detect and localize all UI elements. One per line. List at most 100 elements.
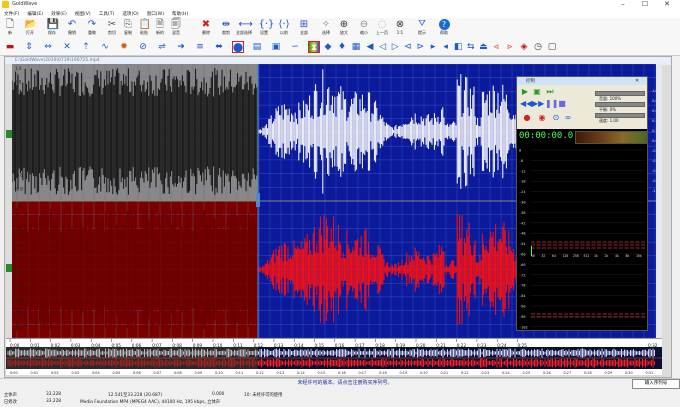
overview-ruler-tick: 0:20 [420, 371, 428, 375]
toolbar-button-undo[interactable]: ↶ 撤销 [64, 18, 80, 39]
level-icon[interactable]: ▣ [270, 41, 282, 53]
toolbar-button-new[interactable]: 🗋 新 [2, 18, 18, 39]
mix-bars-icon[interactable]: ≡ [194, 41, 206, 53]
pause-button[interactable]: ❚❚ [545, 99, 558, 109]
document-title: E:\GoldWave\2019\0719\190725.mp4 [15, 58, 100, 63]
marker-icon[interactable]: ◆ [322, 41, 334, 53]
toolbar-button-cut[interactable]: ✂ 剪切 [104, 18, 120, 39]
right-amplitude-tick: -0.2 [15, 283, 23, 288]
toolbar-label: 混音 [172, 30, 180, 35]
menu-item-5[interactable]: 选项(O) [118, 11, 142, 17]
wave-icon[interactable]: ∽ [289, 41, 301, 53]
fast-forward-button[interactable]: ▶▶ [532, 99, 544, 109]
toolbar-button-redo[interactable]: ↷ 重做 [84, 18, 100, 39]
speaker-right-icon[interactable]: ▷ [389, 41, 401, 53]
record-new-button[interactable]: ◉ [537, 113, 547, 123]
enter-serial-button[interactable]: 输入序列号 [632, 379, 680, 389]
toolbar-button-page-up[interactable]: ◌ 上一页 [374, 18, 390, 39]
maximize-button[interactable]: ☐ [634, 0, 656, 9]
menu-item-2[interactable]: 效果(E) [47, 11, 71, 17]
spectrum-meter: 0 -6 -12 -18 -24 -30 -36 -42 -48 -54 -60 -66 -72 -78 -… [517, 144, 647, 330]
volume-bars-icon[interactable]: ▤ [251, 41, 263, 53]
toolbar-button-trim[interactable]: ⇹ 裁剪 [218, 18, 234, 39]
control-window[interactable]: 控制 ✕ ▶ ▣ ⏭ ◀◀ ▶▶ ❚❚ ■ ● ◉ ⊙ ∞ 音量: 100% 平… [516, 76, 648, 331]
toolbar-button-save[interactable]: 💾 保存 [44, 18, 60, 39]
left-icon[interactable]: ▸ [427, 41, 439, 53]
spectrum-icon[interactable]: ▦ [350, 41, 362, 53]
toolbar-button-copy[interactable]: ⎘ 复制 [120, 18, 136, 39]
fade-icon[interactable]: ⬤ [232, 41, 244, 53]
toolbar-label: 放大 [340, 30, 348, 35]
stereo-icon[interactable]: ⇕ [23, 41, 35, 53]
control-close-button[interactable]: ✕ [635, 77, 639, 85]
toolbar-label: 打开 [26, 30, 34, 35]
eject-icon[interactable]: ⏏ [477, 41, 489, 53]
menu-item-7[interactable]: 帮助(H) [168, 11, 192, 17]
right-icon[interactable]: ◂ [440, 41, 452, 53]
db-scale-label: -54 [519, 242, 526, 246]
reverse-icon[interactable]: ⇆ [465, 41, 477, 53]
back-icon[interactable]: ◃ [490, 41, 502, 53]
freq-label: 8k [626, 254, 630, 258]
forward-icon[interactable]: ▹ [504, 41, 516, 53]
right-amplitude-tick: 0.0 [15, 270, 22, 275]
play-right-icon[interactable]: ➜ [175, 41, 187, 53]
toolbar-button-select-all[interactable]: ⟷ 全部选择 [236, 18, 253, 39]
play-end-button[interactable]: ⏭ [545, 87, 555, 97]
speaker-icon[interactable]: ◀ [364, 41, 376, 53]
monitor-button[interactable]: ∞ [563, 113, 573, 123]
record-button[interactable]: ● [522, 113, 532, 123]
toolbar-button-previous[interactable]: ⟨·⟩ 以前 [276, 18, 292, 39]
play-button[interactable]: ▶ [520, 87, 530, 97]
compress-icon[interactable]: ⬌ [213, 41, 225, 53]
channel-icon[interactable]: ⇔ [42, 41, 54, 53]
toolbar-button-zoom-in[interactable]: ⊕ 放大 [336, 18, 352, 39]
toolbar-button-all[interactable]: ⊞ 全部 [296, 18, 312, 39]
toolbar-button-cue[interactable]: ⛛ 提示 [414, 18, 430, 39]
right-channel-icon[interactable] [6, 264, 12, 272]
toolbar-label: 剪切 [108, 30, 116, 35]
new-icon: 🗋 [5, 19, 15, 30]
toolbar-button-open[interactable]: 📂 打开 [22, 18, 38, 39]
unlicensed-notice[interactable]: 未经许可的版本。请点击注册购买序列号。 [180, 379, 510, 386]
speaker-left-icon[interactable]: ◁ [377, 41, 389, 53]
menu-item-0[interactable]: 文件(F) [0, 11, 23, 17]
record-icon[interactable]: ▬ [4, 41, 16, 53]
noise-icon[interactable]: ✕ [61, 41, 73, 53]
stop-button[interactable]: ■ [557, 99, 567, 109]
left-channel-icon[interactable] [6, 130, 12, 138]
flip-icon[interactable]: ⇌ [156, 41, 168, 53]
shape-icon[interactable]: ♦ [336, 41, 348, 53]
split-icon[interactable]: ⧗ [308, 41, 320, 53]
rewind-button[interactable]: ◀◀ [520, 99, 532, 109]
toolbar-button-zoom-one[interactable]: ⊗ 1:1 [392, 18, 408, 39]
menu-item-3[interactable]: 视图(V) [71, 11, 95, 17]
toolbar-button-delete[interactable]: ✖ 删除 [198, 18, 214, 39]
pitch-icon[interactable]: ⇡ [80, 41, 92, 53]
equalizer-icon[interactable]: ✹ [118, 41, 130, 53]
swap-icon[interactable]: ◧ [452, 41, 464, 53]
toolbar-button-paste-new[interactable]: 🗎 新的 [152, 18, 168, 39]
toolbar-button-paste[interactable]: 📋 粘贴 [136, 18, 152, 39]
toolbar-button-help[interactable]: ? 帮助 [436, 18, 452, 39]
overview-waveform[interactable] [6, 347, 662, 369]
stop-icon[interactable]: ▢ [546, 41, 558, 53]
filter-icon[interactable]: ⊘ [137, 41, 149, 53]
record-options-button[interactable]: ⊙ [551, 113, 561, 123]
toolbar-button-select[interactable]: ✧ 选择 [318, 18, 334, 39]
diamond-icon[interactable]: ◈ [518, 41, 530, 53]
menu-item-4[interactable]: 工具(T) [95, 11, 119, 17]
toolbar-button-set[interactable]: {·} 设置 [256, 18, 275, 39]
mute-icon[interactable]: ⊲ [402, 41, 414, 53]
mono-icon[interactable]: ⊳ [414, 41, 426, 53]
play-selection-button[interactable]: ▣ [532, 87, 542, 97]
toolbar-button-mix[interactable]: 🗐 混音 [168, 18, 184, 39]
minimize-button[interactable]: – [612, 0, 634, 9]
loop-icon[interactable]: ∿ [99, 41, 111, 53]
menu-item-1[interactable]: 编辑(E) [23, 11, 47, 17]
timer-icon[interactable]: ◷ [532, 41, 544, 53]
toolbar-button-zoom-out[interactable]: ⊖ 缩小 [356, 18, 372, 39]
menu-item-6[interactable]: 窗口(W) [143, 11, 168, 17]
close-button[interactable]: ✕ [656, 0, 678, 9]
left-amplitude-tick: 0.8 [15, 79, 22, 84]
